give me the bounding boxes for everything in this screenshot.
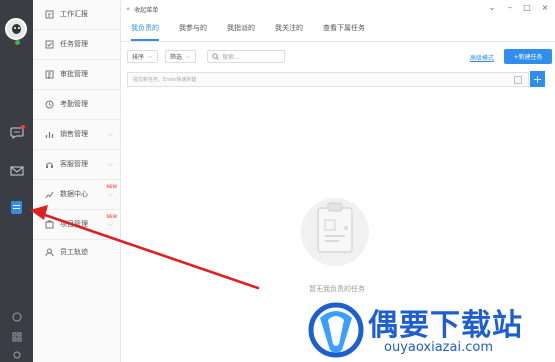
site-watermark: 偶要下载站 ouyaoxiazai.com (302, 296, 555, 362)
search-placeholder: 搜索... (222, 54, 240, 61)
sidebar-item-label: 员工轨迹 (60, 248, 88, 256)
watermark-title: 偶要下载站 (368, 308, 523, 343)
unread-dot (21, 125, 25, 129)
watermark-url: ouyaoxiazai.com (384, 340, 493, 355)
app-rail (0, 0, 33, 362)
sidebar-item-label: 项目管理 (60, 220, 88, 228)
apps-grid-icon[interactable] (9, 330, 24, 343)
filter-label: 筛选 (170, 54, 183, 61)
new-badge: NEW (106, 214, 118, 219)
new-badge: NEW (106, 184, 118, 189)
attendance-icon (45, 100, 54, 109)
chat-icon[interactable] (9, 125, 25, 139)
dropdown-icon[interactable]: ⌄ (487, 3, 497, 12)
calendar-icon[interactable] (514, 76, 522, 84)
tab-my-responsible[interactable]: 我负责的 (131, 23, 159, 41)
sort-dropdown[interactable]: 排序 ⌵ (127, 50, 158, 63)
sidebar-item-sales[interactable]: 销售管理 ⌵ (33, 120, 121, 148)
collapse-menu-icon[interactable]: « (126, 5, 130, 13)
window-title[interactable]: 收起菜单 (134, 5, 158, 14)
sales-icon (45, 130, 54, 139)
service-icon (45, 160, 54, 169)
sidebar-item-label: 任务管理 (60, 40, 88, 48)
task-icon[interactable] (9, 201, 24, 214)
search-icon (212, 53, 219, 60)
chevron-down-icon: ⌵ (107, 160, 113, 168)
sidebar-item-projects[interactable]: 项目管理 NEW ⌵ (33, 210, 121, 238)
tab-divider (121, 41, 555, 42)
track-icon (45, 248, 54, 257)
filter-dropdown[interactable]: 筛选 ⌵ (165, 50, 196, 63)
quick-task-placeholder: 提交新任务，Enter快速新建 (133, 77, 197, 83)
sort-label: 排序 (132, 54, 145, 61)
task-tabs: 我负责的 我参与的 我指派的 我关注的 查看下属任务 (131, 23, 385, 41)
sidebar-item-label: 考勤管理 (60, 100, 88, 108)
sidebar-item-label: 客服管理 (60, 160, 88, 168)
sidebar-item-service[interactable]: 客服管理 ⌵ (33, 150, 121, 178)
feedback-icon[interactable] (9, 310, 24, 323)
avatar[interactable] (5, 18, 27, 40)
online-status-dot (15, 40, 20, 45)
sidebar-item-label: 销售管理 (60, 130, 88, 138)
sidebar-item-label: 审批管理 (60, 70, 88, 78)
tab-subordinate-tasks[interactable]: 查看下属任务 (323, 23, 365, 41)
search-input[interactable]: 搜索... (207, 50, 285, 63)
mail-icon[interactable] (9, 164, 24, 177)
watermark-logo-icon (308, 302, 364, 358)
chevron-down-icon: ⌵ (186, 52, 191, 60)
approval-icon (45, 70, 54, 79)
settings-icon[interactable] (9, 348, 24, 361)
sidebar-menu: 工作汇报 任务管理 审批管理 考勤管理 销售管理 ⌵ 客服管理 ⌵ 数据中心 N… (33, 0, 121, 362)
chevron-down-icon: ⌵ (107, 220, 113, 228)
close-button[interactable]: × (540, 3, 550, 12)
quick-task-input[interactable]: 提交新任务，Enter快速新建 (127, 72, 529, 87)
sidebar-item-employee-track[interactable]: 员工轨迹 (33, 238, 121, 266)
quick-add-button[interactable]: + (530, 71, 545, 87)
project-icon (45, 220, 54, 229)
title-bar: « 收起菜单 ⌄ – □ × (121, 0, 555, 18)
empty-state-text: 暂无我负责的任务 (309, 285, 365, 293)
sidebar-item-report[interactable]: 工作汇报 (33, 0, 121, 28)
sidebar-item-tasks[interactable]: 任务管理 (33, 30, 121, 58)
chevron-down-icon: ⌵ (107, 190, 113, 198)
data-icon (45, 190, 54, 199)
sidebar-item-label: 工作汇报 (60, 10, 88, 18)
sidebar-item-attendance[interactable]: 考勤管理 (33, 90, 121, 118)
tab-assigned[interactable]: 我指派的 (227, 23, 255, 41)
tab-participating[interactable]: 我参与的 (179, 23, 207, 41)
report-icon (45, 10, 54, 19)
toolbar: 排序 ⌵ 筛选 ⌵ 搜索... 高级模式 +新建任务 (127, 49, 552, 64)
minimize-button[interactable]: – (505, 3, 515, 12)
sidebar-item-approval[interactable]: 审批管理 (33, 60, 121, 88)
sidebar-item-data-center[interactable]: 数据中心 NEW ⌵ (33, 180, 121, 208)
empty-clipboard-icon (301, 198, 369, 266)
sidebar-item-label: 数据中心 (60, 190, 88, 198)
task-check-icon (45, 40, 54, 49)
chevron-down-icon: ⌵ (107, 130, 113, 138)
chevron-down-icon: ⌵ (148, 52, 153, 60)
tab-following[interactable]: 我关注的 (275, 23, 303, 41)
new-task-button[interactable]: +新建任务 (504, 49, 552, 64)
maximize-button[interactable]: □ (522, 3, 532, 12)
advanced-mode-link[interactable]: 高级模式 (470, 53, 494, 62)
